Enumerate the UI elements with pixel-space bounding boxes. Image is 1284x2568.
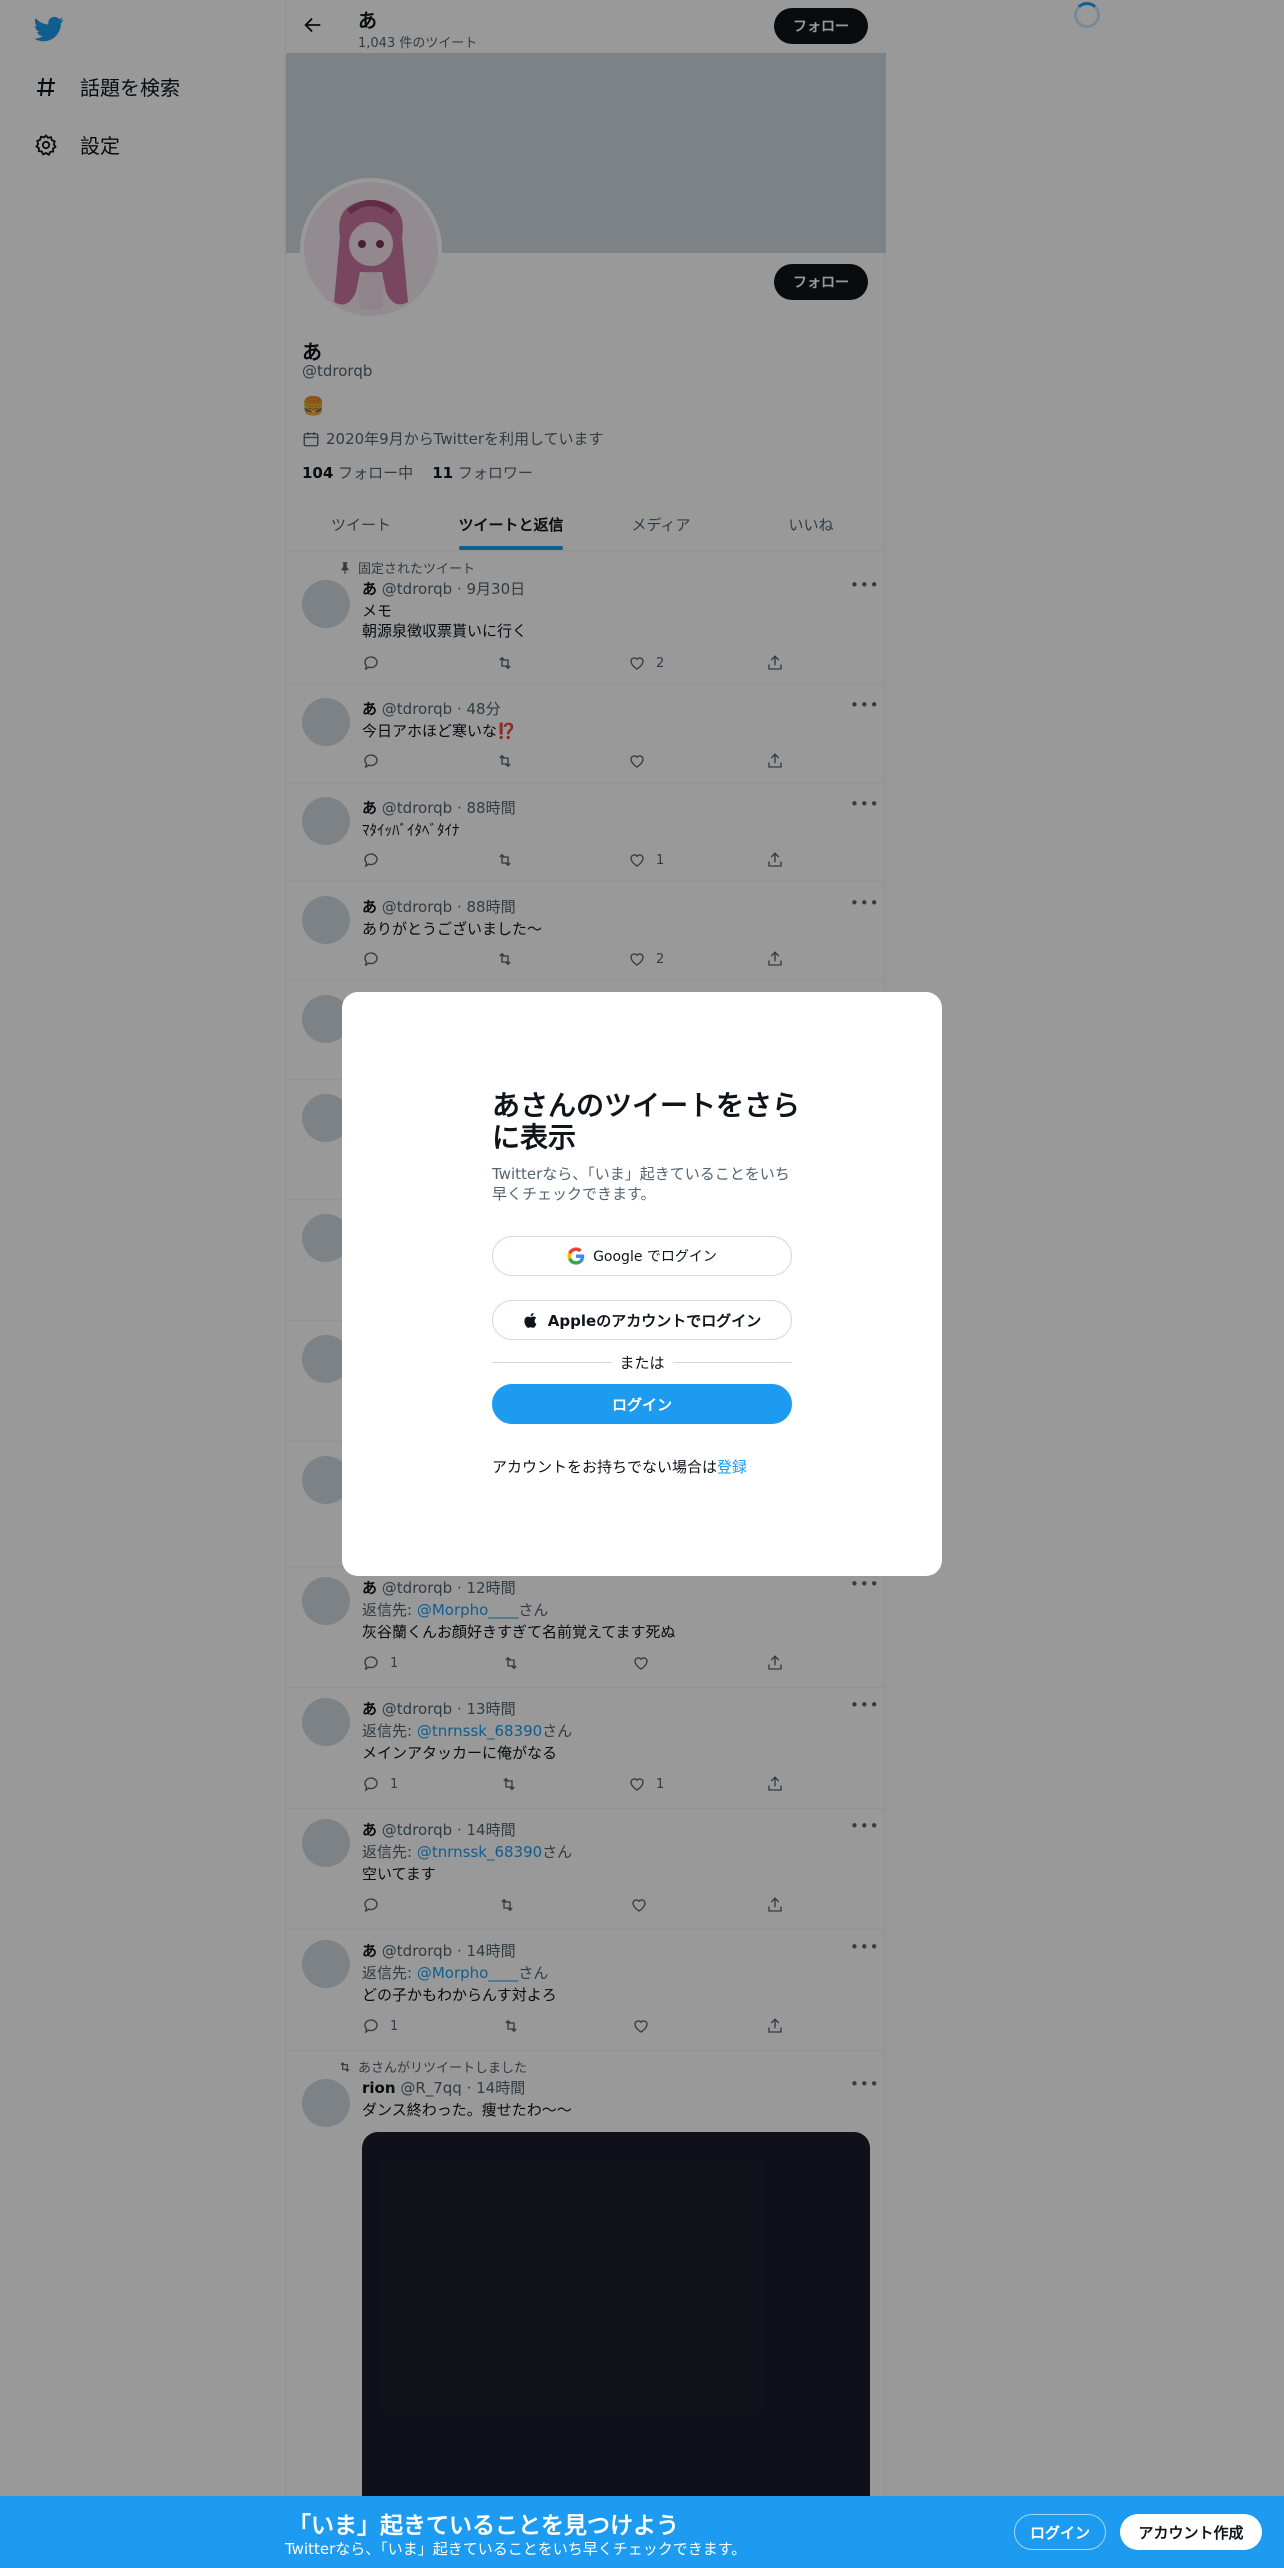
bottom-login-button[interactable]: ログイン bbox=[1014, 2514, 1106, 2550]
google-login-label: Google でログイン bbox=[593, 1249, 717, 1265]
bottom-bar-headline: 「いま」起きていることを見つけよう bbox=[288, 2513, 679, 2539]
divider-line bbox=[492, 1362, 612, 1363]
bottom-signup-bar: 「いま」起きていることを見つけよう Twitterなら、「いま」起きていることを… bbox=[0, 2496, 1284, 2568]
apple-login-label: Appleのアカウントでログイン bbox=[547, 1311, 762, 1330]
login-button[interactable]: ログイン bbox=[492, 1384, 792, 1424]
apple-icon bbox=[524, 1312, 537, 1328]
apple-login-button[interactable]: Appleのアカウントでログイン bbox=[492, 1300, 792, 1340]
modal-title: あさんのツイートをさらに表示 bbox=[492, 1089, 801, 1154]
or-divider: または bbox=[492, 1352, 793, 1373]
login-modal: あさんのツイートをさらに表示 Twitterなら、「いま」起きていることをいち早… bbox=[342, 992, 942, 1576]
bottom-signup-button[interactable]: アカウント作成 bbox=[1120, 2514, 1262, 2550]
signup-prompt: アカウントをお持ちでない場合は登録 bbox=[492, 1456, 747, 1477]
modal-subtitle: Twitterなら、「いま」起きていることをいち早くチェックできます。 bbox=[492, 1165, 790, 1203]
bottom-bar-subtext: Twitterなら、「いま」起きていることをいち早くチェックできます。 bbox=[285, 2540, 747, 2558]
signup-prefix: アカウントをお持ちでない場合は bbox=[492, 1458, 718, 1476]
google-login-button[interactable]: Google でログイン bbox=[492, 1236, 792, 1276]
signup-link[interactable]: 登録 bbox=[717, 1458, 747, 1476]
divider-line bbox=[672, 1362, 793, 1363]
or-label: または bbox=[619, 1354, 665, 1372]
page: 話題を検索 設定 あ 1,043 件のツイート フォロー フォロー あ @tdr… bbox=[0, 0, 1284, 2568]
google-icon bbox=[567, 1247, 585, 1265]
